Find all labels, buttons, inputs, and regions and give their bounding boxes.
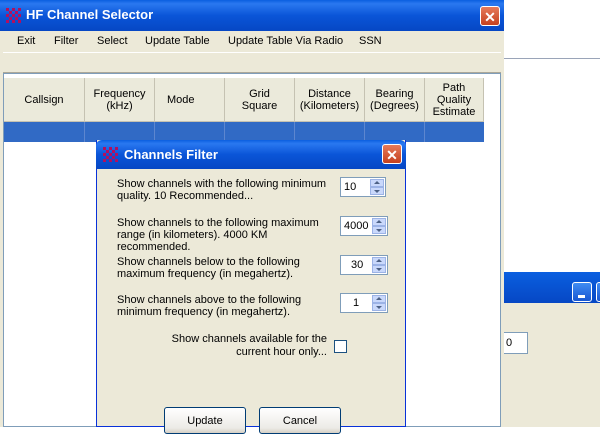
column-header-mode[interactable]: Mode xyxy=(155,78,225,122)
current-hour-label: Show channels available for the current … xyxy=(171,333,327,358)
max-frequency-label: Show channels below to the following max… xyxy=(117,256,300,280)
background-window-edge xyxy=(504,58,600,59)
main-titlebar[interactable]: HF Channel Selector ✕ xyxy=(0,0,504,31)
column-header-callsign[interactable]: Callsign xyxy=(4,78,85,122)
max-range-spinner[interactable] xyxy=(340,216,388,236)
max-range-label: Show channels to the following maximum r… xyxy=(117,217,319,253)
app-icon xyxy=(6,8,21,23)
spin-buttons xyxy=(372,257,386,273)
menu-filter[interactable]: Filter xyxy=(54,35,78,47)
menu-ssn[interactable]: SSN xyxy=(359,35,382,47)
column-header-frequency[interactable]: Frequency (kHz) xyxy=(85,78,155,122)
background-input[interactable]: 0 xyxy=(504,332,528,354)
window-title: HF Channel Selector xyxy=(26,7,154,22)
spin-up-icon[interactable] xyxy=(372,257,386,265)
dialog-titlebar[interactable]: Channels Filter ✕ xyxy=(96,140,406,169)
dialog-title: Channels Filter xyxy=(124,147,218,162)
min-quality-input[interactable] xyxy=(341,178,372,196)
spin-up-icon[interactable] xyxy=(372,295,386,303)
dialog-body: Show channels with the following minimum… xyxy=(102,169,400,434)
menu-bar: Exit Filter Select Update Table Update T… xyxy=(3,31,501,51)
maximize-icon[interactable] xyxy=(596,282,600,302)
current-hour-checkbox[interactable] xyxy=(334,340,347,353)
app-icon xyxy=(103,147,118,162)
menu-select[interactable]: Select xyxy=(97,35,128,47)
channels-filter-dialog: Channels Filter ✕ Show channels with the… xyxy=(96,140,406,434)
column-header-distance[interactable]: Distance (Kilometers) xyxy=(295,78,365,122)
menu-update-table[interactable]: Update Table xyxy=(145,35,210,47)
min-quality-spinner[interactable] xyxy=(340,177,386,197)
column-header-bearing[interactable]: Bearing (Degrees) xyxy=(365,78,425,122)
close-icon[interactable]: ✕ xyxy=(480,6,500,26)
background-window-area: 0 xyxy=(504,0,600,427)
spin-down-icon[interactable] xyxy=(372,226,386,234)
min-frequency-label: Show channels above to the following min… xyxy=(117,294,302,318)
update-button[interactable]: Update xyxy=(164,407,246,434)
max-frequency-spinner[interactable] xyxy=(340,255,388,275)
toolstrip xyxy=(3,52,501,73)
spin-down-icon[interactable] xyxy=(372,303,386,311)
column-header-path-quality[interactable]: Path Quality Estimate xyxy=(425,78,484,122)
minimize-icon[interactable] xyxy=(572,282,592,302)
spin-up-icon[interactable] xyxy=(372,218,386,226)
column-header-grid-square[interactable]: Grid Square xyxy=(225,78,295,122)
min-frequency-spinner[interactable] xyxy=(340,293,388,313)
cancel-button[interactable]: Cancel xyxy=(259,407,341,434)
table-row-selected[interactable] xyxy=(4,122,484,142)
spin-down-icon[interactable] xyxy=(372,265,386,273)
close-icon[interactable]: ✕ xyxy=(382,144,402,164)
menu-update-table-via-radio[interactable]: Update Table Via Radio xyxy=(228,35,343,47)
spin-buttons xyxy=(372,295,386,311)
spin-buttons xyxy=(370,179,384,195)
spin-down-icon[interactable] xyxy=(370,187,384,195)
background-window: 0 xyxy=(504,272,600,427)
spin-up-icon[interactable] xyxy=(370,179,384,187)
max-range-input[interactable] xyxy=(341,217,374,235)
menu-exit[interactable]: Exit xyxy=(17,35,35,47)
background-window-titlebar[interactable] xyxy=(504,272,600,303)
spin-buttons xyxy=(372,218,386,234)
min-quality-label: Show channels with the following minimum… xyxy=(117,178,327,202)
